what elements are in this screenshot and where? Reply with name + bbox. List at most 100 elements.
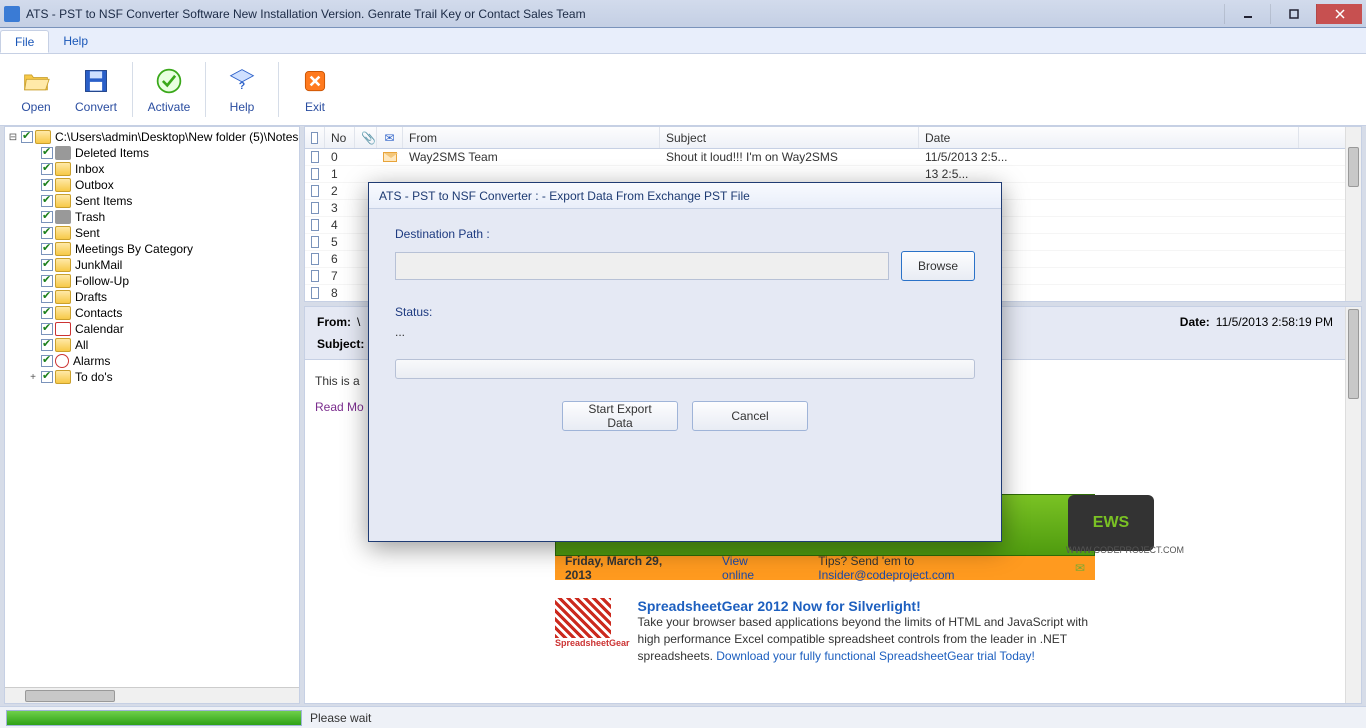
row-checkbox[interactable] [311,236,319,248]
open-button[interactable]: Open [6,58,66,121]
tree-item[interactable]: All [7,337,300,353]
row-checkbox[interactable] [311,185,319,197]
tree-checkbox[interactable] [41,355,53,367]
tree-item[interactable]: Outbox [7,177,300,193]
menu-help[interactable]: Help [49,28,102,53]
col-date[interactable]: Date [919,127,1299,148]
convert-button[interactable]: Convert [66,58,126,121]
tree-item[interactable]: JunkMail [7,257,300,273]
tree-item[interactable]: Alarms [7,353,300,369]
folder-icon [55,242,71,256]
select-all-checkbox[interactable] [311,132,318,144]
tree-item[interactable]: Trash [7,209,300,225]
tree-checkbox[interactable] [41,179,53,191]
row-checkbox[interactable] [311,202,319,214]
folder-icon [55,258,71,272]
clock-icon [55,354,69,368]
tips-email-link[interactable]: Insider@codeproject.com [818,568,954,582]
row-icon [377,166,403,182]
dialog-title: ATS - PST to NSF Converter : - Export Da… [369,183,1001,209]
tree-item-label: Sent [73,226,100,240]
row-checkbox[interactable] [311,287,319,299]
exit-button[interactable]: Exit [285,58,345,121]
tree-item[interactable]: Calendar [7,321,300,337]
table-row[interactable]: 1 13 2:5... [305,166,1345,183]
col-icon[interactable]: ✉ [377,127,403,148]
tree-checkbox[interactable] [21,131,33,143]
open-label: Open [21,100,50,114]
col-attachment[interactable]: 📎 [355,127,377,148]
start-export-button[interactable]: Start Export Data [562,401,678,431]
ad-download-link[interactable]: Download your fully functional Spreadshe… [716,649,1035,663]
row-checkbox[interactable] [311,151,319,163]
tree-item[interactable]: Sent Items [7,193,300,209]
tree-checkbox[interactable] [41,339,53,351]
row-checkbox[interactable] [311,168,319,180]
col-no[interactable]: No [325,127,355,148]
tree-checkbox[interactable] [41,147,53,159]
col-from[interactable]: From [403,127,660,148]
cancel-button[interactable]: Cancel [692,401,808,431]
grid-header: No 📎 ✉ From Subject Date [305,127,1345,149]
status-progress [6,710,302,726]
codeproject-logo: WWW.CODEPROJECT.COM [1066,545,1184,555]
export-progress [395,359,975,379]
folder-icon [55,274,71,288]
menu-file[interactable]: File [0,30,49,53]
tree-checkbox[interactable] [41,323,53,335]
row-no: 1 [325,166,355,182]
tree-item[interactable]: Inbox [7,161,300,177]
tree-hscrollbar[interactable] [5,687,299,703]
maximize-button[interactable] [1270,4,1316,24]
tree-checkbox[interactable] [41,163,53,175]
row-no: 5 [325,234,355,250]
tree-item-label: Alarms [71,354,110,368]
tree-checkbox[interactable] [41,195,53,207]
folder-icon [35,130,51,144]
del-icon [55,210,71,224]
status-value: ... [395,325,975,339]
tree-checkbox[interactable] [41,259,53,271]
folder-tree[interactable]: ⊟ C:\Users\admin\Desktop\New folder (5)\… [4,126,300,704]
tree-checkbox[interactable] [41,291,53,303]
tree-item-label: Inbox [73,162,104,176]
tree-checkbox[interactable] [41,275,53,287]
tree-checkbox[interactable] [41,227,53,239]
tree-item-label: Follow-Up [73,274,129,288]
help-button[interactable]: ? Help [212,58,272,121]
expander-icon[interactable]: ⊟ [7,132,19,143]
col-subject[interactable]: Subject [660,127,919,148]
tree-item[interactable]: Follow-Up [7,273,300,289]
ribbon: Open Convert Activate ? Help Exit [0,54,1366,126]
expander-icon[interactable]: + [27,372,39,383]
tree-item[interactable]: Drafts [7,289,300,305]
menubar: File Help [0,28,1366,54]
tree-item[interactable]: Meetings By Category [7,241,300,257]
destination-input[interactable] [395,252,889,280]
tree-checkbox[interactable] [41,307,53,319]
tree-item[interactable]: Deleted Items [7,145,300,161]
tree-checkbox[interactable] [41,371,53,383]
tree-item[interactable]: Contacts [7,305,300,321]
tree-item-label: Outbox [73,178,114,192]
svg-text:?: ? [239,80,245,92]
view-online-link[interactable]: View online [722,554,778,582]
preview-vscrollbar[interactable] [1345,307,1361,703]
row-checkbox[interactable] [311,253,319,265]
row-no: 2 [325,183,355,199]
tree-item[interactable]: Sent [7,225,300,241]
table-row[interactable]: 0 Way2SMS Team Shout it loud!!! I'm on W… [305,149,1345,166]
grid-vscrollbar[interactable] [1345,127,1361,301]
browse-button[interactable]: Browse [901,251,975,281]
folder-icon [55,306,71,320]
col-check[interactable] [305,127,325,148]
minimize-button[interactable] [1224,4,1270,24]
activate-button[interactable]: Activate [139,58,199,121]
row-checkbox[interactable] [311,219,319,231]
tree-item[interactable]: + To do's [7,369,300,385]
row-checkbox[interactable] [311,270,319,282]
ad-title[interactable]: SpreadsheetGear 2012 Now for Silverlight… [638,598,1095,614]
tree-checkbox[interactable] [41,243,53,255]
tree-checkbox[interactable] [41,211,53,223]
close-button[interactable] [1316,4,1362,24]
